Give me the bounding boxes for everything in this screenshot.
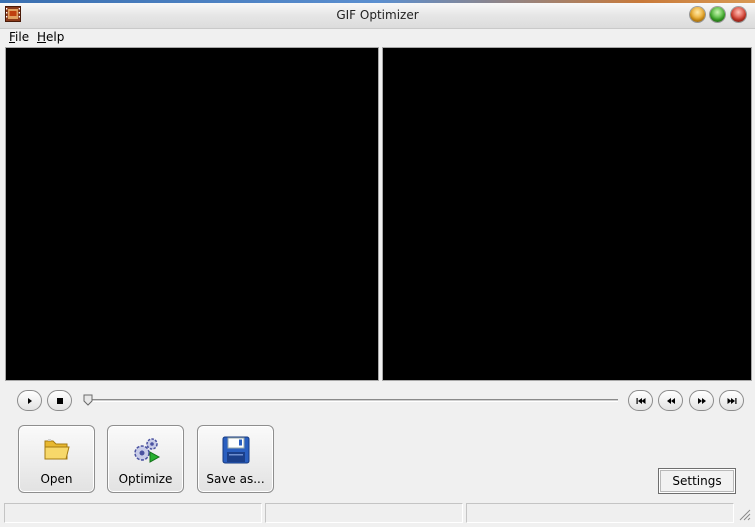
desktop-strip (0, 0, 755, 3)
minimize-button[interactable] (690, 7, 705, 22)
menu-file[interactable]: File (9, 30, 29, 44)
playback-slider-thumb[interactable] (83, 394, 93, 406)
first-frame-button[interactable] (628, 390, 653, 411)
floppy-disk-icon (222, 436, 249, 464)
play-icon (27, 397, 32, 404)
status-cell-3 (466, 503, 734, 523)
save-as-button[interactable]: Save as... (197, 425, 274, 493)
menu-help[interactable]: Help (37, 30, 64, 44)
status-bar (0, 501, 755, 527)
title-bar: GIF Optimizer (0, 0, 755, 29)
previous-frame-button[interactable] (658, 390, 683, 411)
status-cell-1 (4, 503, 262, 523)
optimized-preview-pane (382, 47, 752, 381)
resize-grip-icon[interactable] (737, 507, 751, 521)
save-as-button-label: Save as... (206, 472, 265, 486)
menu-file-label: ile (15, 30, 30, 44)
optimize-button-label: Optimize (118, 472, 173, 486)
window-title: GIF Optimizer (336, 8, 419, 22)
menu-help-label: elp (46, 30, 65, 44)
menu-bar: File Help (0, 29, 755, 46)
stop-icon (56, 397, 63, 404)
menu-help-mnemonic: H (37, 30, 47, 44)
close-button[interactable] (731, 7, 746, 22)
open-button[interactable]: Open (18, 425, 95, 493)
skip-first-icon (636, 397, 645, 404)
gears-icon (133, 438, 160, 463)
open-button-label: Open (40, 472, 73, 486)
maximize-button[interactable] (710, 7, 725, 22)
status-cell-2 (265, 503, 463, 523)
playback-slider-track[interactable] (86, 399, 618, 402)
stop-button[interactable] (47, 390, 72, 411)
original-preview-pane (5, 47, 379, 381)
last-frame-button[interactable] (719, 390, 744, 411)
step-forward-icon (697, 397, 706, 404)
folder-icon (44, 439, 70, 460)
step-back-icon (666, 397, 675, 404)
settings-button[interactable]: Settings (658, 468, 736, 494)
skip-last-icon (727, 397, 736, 404)
optimize-button[interactable]: Optimize (107, 425, 184, 493)
next-frame-button[interactable] (689, 390, 714, 411)
play-button[interactable] (17, 390, 42, 411)
